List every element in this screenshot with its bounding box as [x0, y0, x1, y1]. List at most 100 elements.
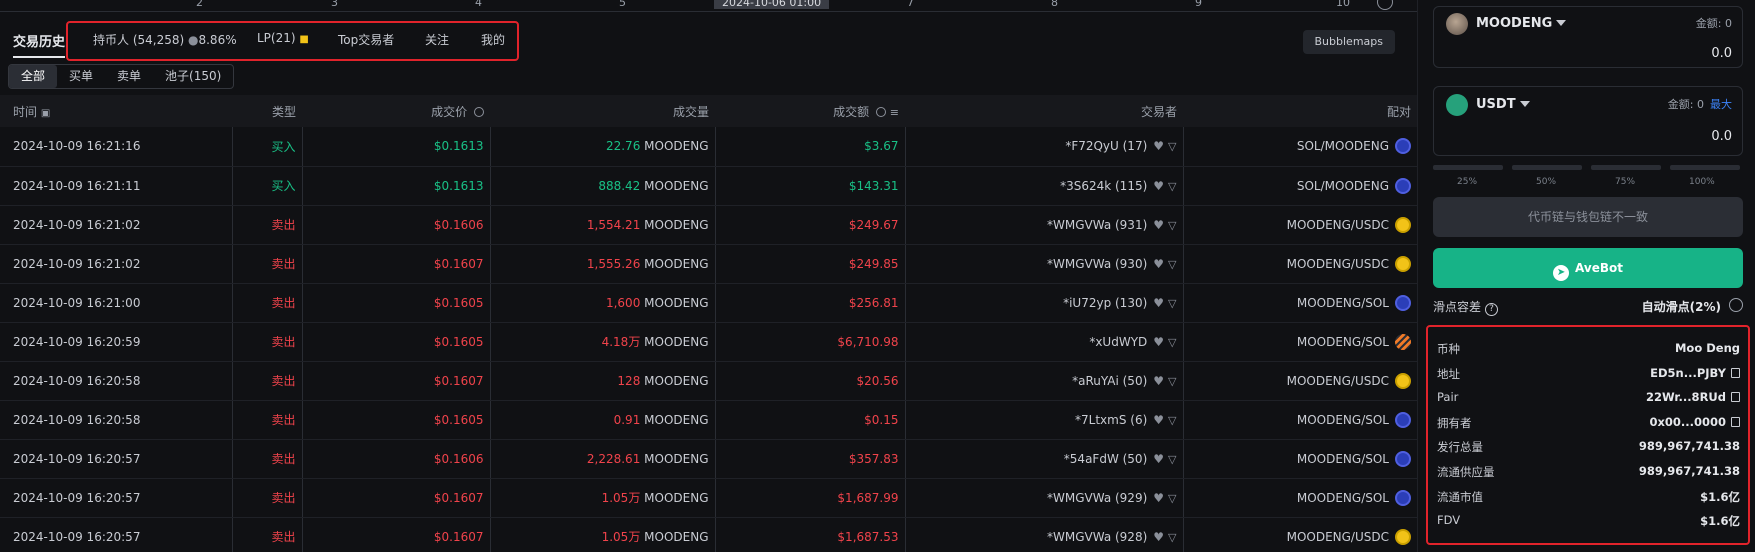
- trade-trader[interactable]: *aRuYAi (50) ♥ ▽: [905, 361, 1184, 401]
- trade-trader[interactable]: *WMGVWa (929) ♥ ▽: [905, 478, 1184, 518]
- to-amount-input[interactable]: 0.0: [1711, 129, 1732, 144]
- tab-holders[interactable]: 持币人 (54,258) ●8.86%: [93, 31, 237, 48]
- heart-icon[interactable]: ♥: [1153, 257, 1164, 271]
- funnel-icon[interactable]: ▽: [1168, 336, 1176, 349]
- trader-address[interactable]: *xUdWYD: [1089, 335, 1147, 349]
- trader-address[interactable]: *7LtxmS (6): [1075, 413, 1147, 427]
- trade-trader[interactable]: *iU72yp (130) ♥ ▽: [905, 283, 1184, 323]
- help-icon[interactable]: ?: [1485, 303, 1499, 316]
- tab-lp[interactable]: LP(21) ■: [257, 31, 309, 45]
- to-token-select[interactable]: USDT: [1476, 97, 1530, 112]
- funnel-icon[interactable]: ▽: [1168, 180, 1176, 193]
- trader-address[interactable]: *3S624k (115): [1060, 179, 1147, 193]
- avebot-button[interactable]: ➤ AveBot: [1433, 248, 1743, 288]
- funnel-icon[interactable]: ▽: [1168, 140, 1176, 153]
- trade-volume: 1,600 MOODENG: [490, 283, 716, 323]
- col-amount[interactable]: 成交额 ≡: [715, 95, 905, 127]
- funnel-icon[interactable]: ▽: [1168, 453, 1176, 466]
- tab-trade-history[interactable]: 交易历史: [13, 31, 66, 58]
- table-row[interactable]: 2024-10-09 16:20:57 卖出 $0.1606 2,228.61 MOO…: [0, 439, 1417, 479]
- table-row[interactable]: 2024-10-09 16:20:57 卖出 $0.1607 1.05万 MOODEN…: [0, 478, 1417, 518]
- trade-trader[interactable]: *WMGVWa (931) ♥ ▽: [905, 205, 1184, 245]
- chevron-down-icon: [1519, 101, 1530, 107]
- table-row[interactable]: 2024-10-09 16:21:00 卖出 $0.1605 1,600 MOODEN…: [0, 283, 1417, 323]
- percent-100-button[interactable]: [1670, 165, 1740, 170]
- trade-trader[interactable]: *WMGVWa (928) ♥ ▽: [905, 517, 1184, 552]
- heart-icon[interactable]: ♥: [1153, 139, 1164, 153]
- filter-sell[interactable]: 卖单: [105, 65, 153, 88]
- heart-icon[interactable]: ♥: [1153, 452, 1164, 466]
- heart-icon[interactable]: ♥: [1153, 296, 1164, 310]
- table-row[interactable]: 2024-10-09 16:21:02 卖出 $0.1606 1,554.21 MOO…: [0, 205, 1417, 245]
- copy-icon[interactable]: [1731, 392, 1740, 403]
- copy-icon[interactable]: [1731, 367, 1740, 378]
- table-row[interactable]: 2024-10-09 16:20:59 卖出 $0.1605 4.18万 MOODEN…: [0, 322, 1417, 362]
- slippage-value[interactable]: 自动滑点(2%): [1642, 298, 1721, 315]
- trader-address[interactable]: *54aFdW (50): [1064, 452, 1147, 466]
- filter-pools[interactable]: 池子(150): [153, 65, 233, 88]
- trade-trader[interactable]: *3S624k (115) ♥ ▽: [905, 166, 1184, 206]
- trade-trader[interactable]: *54aFdW (50) ♥ ▽: [905, 439, 1184, 479]
- funnel-icon[interactable]: ▽: [1168, 219, 1176, 232]
- info-row: 币种 Moo Deng: [1437, 337, 1740, 362]
- filter-all[interactable]: 全部: [9, 65, 58, 88]
- trade-amount: $1,687.53: [715, 517, 906, 552]
- trade-pair: SOL/MOODENG: [1183, 166, 1417, 206]
- trade-trader[interactable]: *7LtxmS (6) ♥ ▽: [905, 400, 1184, 440]
- avebot-label: AveBot: [1575, 261, 1623, 275]
- funnel-icon[interactable]: ▽: [1168, 297, 1176, 310]
- trade-trader[interactable]: *xUdWYD ♥ ▽: [905, 322, 1184, 362]
- bubblemaps-button[interactable]: Bubblemaps: [1302, 30, 1395, 54]
- trade-trader[interactable]: *WMGVWa (930) ♥ ▽: [905, 244, 1184, 284]
- trader-address[interactable]: *WMGVWa (928): [1047, 530, 1147, 544]
- filter-icon[interactable]: ≡: [890, 106, 899, 119]
- heart-icon[interactable]: ♥: [1153, 413, 1164, 427]
- heart-icon[interactable]: ♥: [1153, 179, 1164, 193]
- table-row[interactable]: 2024-10-09 16:20:58 卖出 $0.1607 128 MOODENG $…: [0, 361, 1417, 401]
- funnel-icon[interactable]: ▽: [1168, 531, 1176, 544]
- trader-address[interactable]: *WMGVWa (930): [1047, 257, 1147, 271]
- info-key: 币种: [1437, 342, 1460, 356]
- copy-icon[interactable]: [1731, 416, 1740, 427]
- table-row[interactable]: 2024-10-09 16:20:58 卖出 $0.1605 0.91 MOODENG…: [0, 400, 1417, 440]
- col-price[interactable]: 成交价: [302, 95, 490, 127]
- table-row[interactable]: 2024-10-09 16:21:11 买入 $0.1613 888.42 MOODE…: [0, 166, 1417, 206]
- from-token-card: MOODENG 金额: 0 0.0: [1433, 6, 1743, 68]
- trade-unit: MOODENG: [644, 335, 709, 349]
- trader-address[interactable]: *aRuYAi (50): [1072, 374, 1147, 388]
- funnel-icon[interactable]: ▽: [1168, 375, 1176, 388]
- col-time[interactable]: 时间 ▣: [0, 95, 232, 127]
- filter-buy[interactable]: 买单: [57, 65, 105, 88]
- currency-toggle-icon[interactable]: [474, 106, 484, 117]
- trader-address[interactable]: *WMGVWa (931): [1047, 218, 1147, 232]
- percent-25-button[interactable]: [1433, 165, 1503, 170]
- table-row[interactable]: 2024-10-09 16:21:02 卖出 $0.1607 1,555.26 MOO…: [0, 244, 1417, 284]
- heart-icon[interactable]: ♥: [1153, 491, 1164, 505]
- heart-icon[interactable]: ♥: [1153, 530, 1164, 544]
- trade-trader[interactable]: *F72QyU (17) ♥ ▽: [905, 127, 1184, 167]
- funnel-icon[interactable]: ▽: [1168, 258, 1176, 271]
- heart-icon[interactable]: ♥: [1153, 335, 1164, 349]
- heart-icon[interactable]: ♥: [1153, 374, 1164, 388]
- trade-qty: 1,600: [605, 295, 641, 310]
- from-token-select[interactable]: MOODENG: [1476, 16, 1567, 31]
- percent-75-button[interactable]: [1591, 165, 1661, 170]
- funnel-icon[interactable]: ▽: [1168, 414, 1176, 427]
- table-row[interactable]: 2024-10-09 16:21:16 买入 $0.1613 22.76 MOODEN…: [0, 127, 1417, 167]
- percent-50-button[interactable]: [1512, 165, 1582, 170]
- from-amount-input[interactable]: 0.0: [1711, 46, 1732, 61]
- tab-mine[interactable]: 我的: [481, 31, 505, 48]
- trader-address[interactable]: *F72QyU (17): [1065, 139, 1147, 153]
- table-row[interactable]: 2024-10-09 16:20:57 卖出 $0.1607 1.05万 MOODEN…: [0, 517, 1417, 552]
- tab-top-traders[interactable]: Top交易者: [338, 31, 394, 48]
- slippage-settings-icon[interactable]: [1729, 298, 1743, 312]
- funnel-icon[interactable]: ▽: [1168, 492, 1176, 505]
- max-button[interactable]: 最大: [1710, 98, 1732, 111]
- currency-toggle-icon[interactable]: [875, 106, 886, 117]
- heart-icon[interactable]: ♥: [1153, 218, 1164, 232]
- chart-settings-icon[interactable]: [1377, 0, 1393, 10]
- trader-address[interactable]: *WMGVWa (929): [1047, 491, 1147, 505]
- info-value-text: 0x00...0000: [1649, 414, 1726, 429]
- trader-address[interactable]: *iU72yp (130): [1063, 296, 1147, 310]
- tab-follow[interactable]: 关注: [425, 31, 449, 48]
